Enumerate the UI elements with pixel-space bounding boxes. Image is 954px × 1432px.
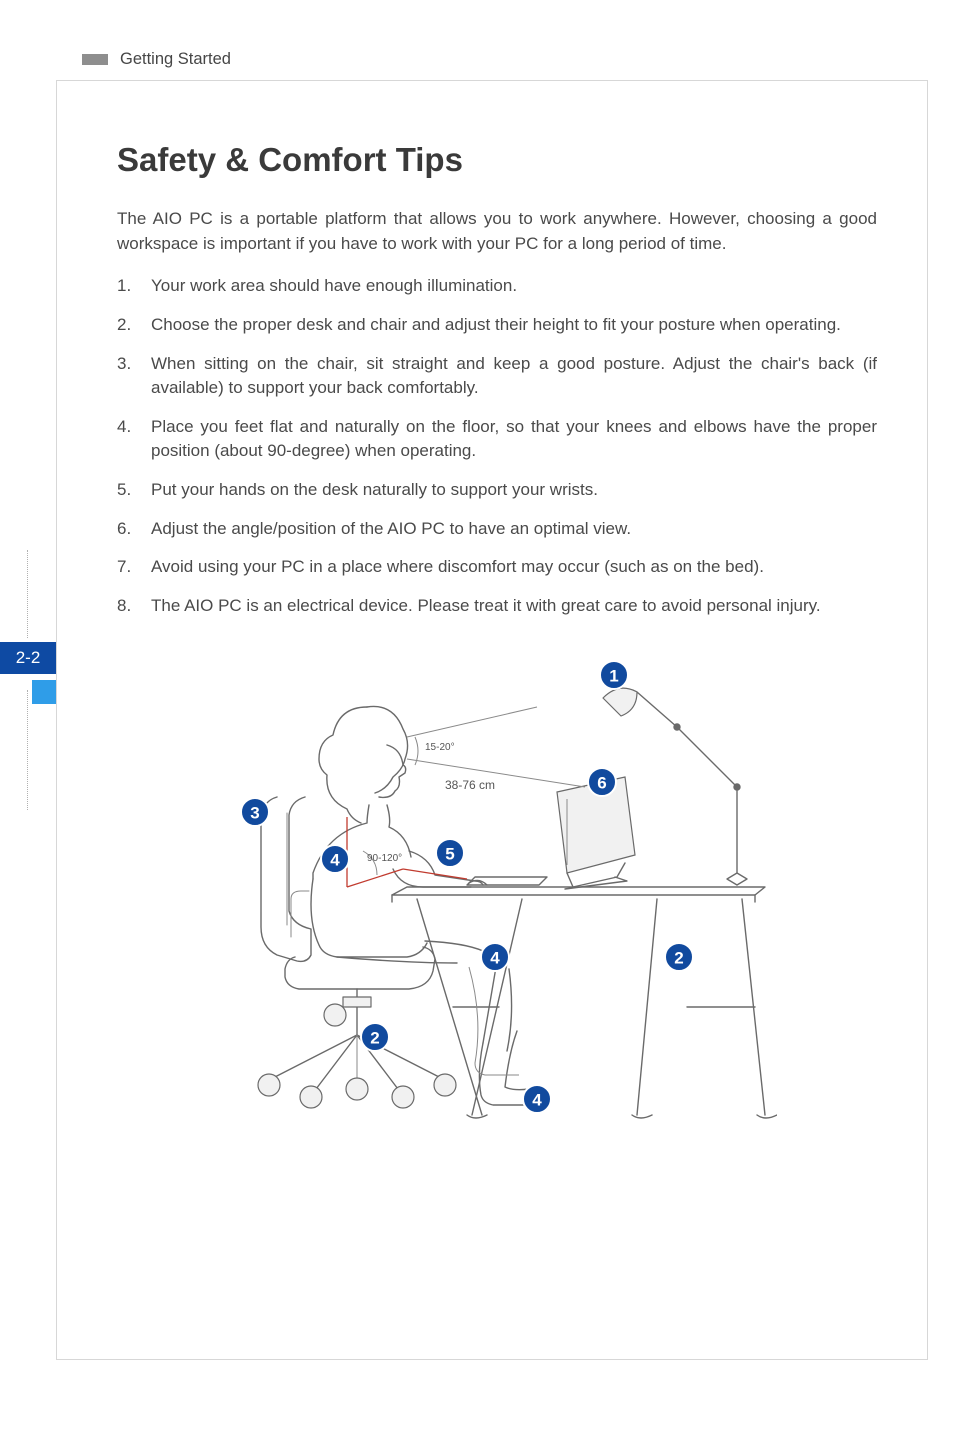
callout-number: 3 — [250, 803, 259, 822]
sidebar-accent-square — [32, 680, 56, 704]
callout-number: 6 — [597, 773, 606, 792]
callout-number: 4 — [490, 948, 500, 967]
ergonomics-illustration: 15-20° 38-76 cm 90-120° 1 6 3 5 4 4 2 2 4 — [217, 637, 777, 1137]
elbow-angle-label: 90-120° — [367, 853, 402, 864]
page: Getting Started 2-2 Safety & Comfort Tip… — [0, 0, 954, 1432]
list-item: Adjust the angle/position of the AIO PC … — [117, 517, 877, 542]
callout-number: 2 — [370, 1028, 379, 1047]
sidebar: 2-2 — [0, 550, 56, 850]
header-accent-bar — [82, 54, 108, 65]
list-item: Place you feet flat and naturally on the… — [117, 415, 877, 464]
ergonomics-figure: 15-20° 38-76 cm 90-120° 1 6 3 5 4 4 2 2 4 — [117, 637, 877, 1137]
callout-number: 4 — [330, 850, 340, 869]
list-item: When sitting on the chair, sit straight … — [117, 352, 877, 401]
content-frame: Safety & Comfort Tips The AIO PC is a po… — [56, 80, 928, 1360]
callout-number: 1 — [609, 666, 618, 685]
eye-distance-label: 38-76 cm — [445, 778, 495, 792]
page-title: Safety & Comfort Tips — [117, 141, 877, 179]
callout-number: 2 — [674, 948, 683, 967]
list-item: The AIO PC is an electrical device. Plea… — [117, 594, 877, 619]
section-label: Getting Started — [120, 50, 231, 69]
list-item: Your work area should have enough illumi… — [117, 274, 877, 299]
header: Getting Started — [82, 50, 231, 69]
page-number-badge: 2-2 — [0, 642, 56, 674]
content: Safety & Comfort Tips The AIO PC is a po… — [57, 81, 927, 1177]
person-icon — [311, 706, 537, 1105]
list-item: Put your hands on the desk naturally to … — [117, 478, 877, 503]
intro-paragraph: The AIO PC is a portable platform that a… — [117, 207, 877, 256]
sidebar-dots-top — [27, 550, 28, 638]
callout-number: 5 — [445, 844, 454, 863]
list-item: Choose the proper desk and chair and adj… — [117, 313, 877, 338]
chair-icon — [258, 797, 456, 1108]
sidebar-dots-bottom — [27, 690, 28, 810]
tips-list: Your work area should have enough illumi… — [117, 274, 877, 618]
list-item: Avoid using your PC in a place where dis… — [117, 555, 877, 580]
tilt-angle-label: 15-20° — [425, 742, 455, 753]
callout-number: 4 — [532, 1090, 542, 1109]
